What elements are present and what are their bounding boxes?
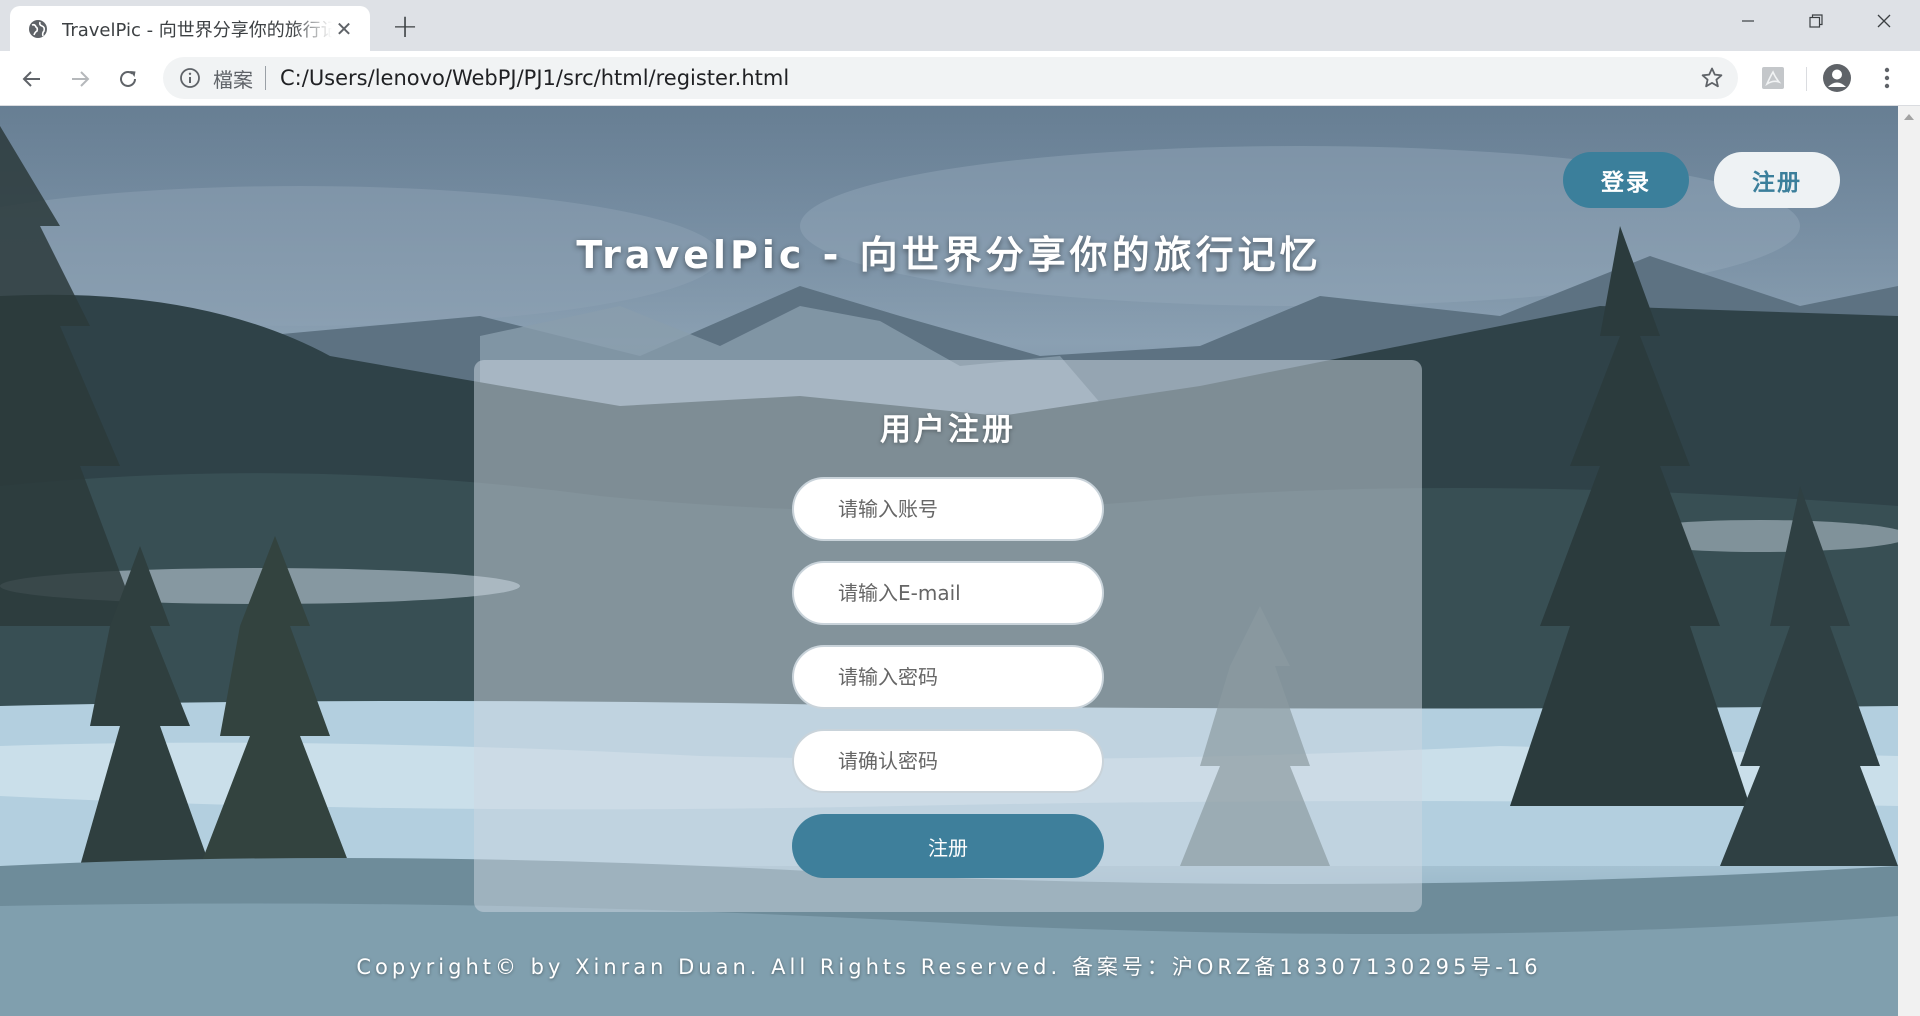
scroll-up-arrow-icon[interactable]	[1904, 114, 1914, 120]
footer-copyright: Copyright© by Xinran Duan. All Rights Re…	[356, 955, 1542, 979]
page-viewport: 登录 注册 TravelPic - 向世界分享你的旅行记忆 用户注册 注册 Co…	[0, 106, 1898, 1016]
address-bar[interactable]: 檔案 C:/Users/lenovo/WebPJ/PJ1/src/html/re…	[163, 57, 1738, 99]
site-title: TravelPic - 向世界分享你的旅行记忆	[576, 233, 1322, 277]
menu-icon[interactable]	[1874, 65, 1900, 91]
account-input[interactable]	[792, 477, 1104, 541]
info-icon[interactable]	[179, 67, 201, 89]
register-nav-button[interactable]: 注册	[1714, 152, 1840, 208]
minimize-icon[interactable]	[1714, 0, 1782, 42]
pdf-extension-icon[interactable]	[1760, 65, 1786, 91]
form-title: 用户注册	[880, 412, 1016, 448]
forward-arrow-icon[interactable]	[62, 61, 98, 97]
toolbar-divider	[1806, 67, 1807, 91]
tab-close-icon[interactable]: ✕	[332, 17, 356, 41]
site-info-label[interactable]: 檔案	[213, 64, 253, 93]
browser-tab[interactable]: TravelPic - 向世界分享你的旅行记忆 ✕	[10, 6, 370, 51]
new-tab-button[interactable]: +	[390, 10, 420, 42]
omnibox-divider	[265, 66, 266, 90]
profile-icon[interactable]	[1822, 63, 1852, 93]
confirm-password-input[interactable]	[792, 729, 1104, 793]
close-icon[interactable]	[1850, 0, 1918, 42]
email-input[interactable]	[792, 561, 1104, 625]
back-arrow-icon[interactable]	[14, 61, 50, 97]
vertical-scrollbar[interactable]	[1898, 106, 1920, 1016]
restore-icon[interactable]	[1782, 0, 1850, 42]
reload-icon[interactable]	[110, 61, 146, 97]
tab-strip: TravelPic - 向世界分享你的旅行记忆 ✕ +	[0, 0, 1920, 51]
globe-icon	[29, 19, 47, 38]
browser-toolbar: 檔案 C:/Users/lenovo/WebPJ/PJ1/src/html/re…	[0, 51, 1920, 106]
star-icon[interactable]	[1700, 66, 1724, 90]
register-submit-button[interactable]: 注册	[792, 814, 1104, 878]
register-form-panel: 用户注册 注册	[474, 360, 1422, 912]
login-button[interactable]: 登录	[1563, 152, 1689, 208]
password-input[interactable]	[792, 645, 1104, 709]
tab-title: TravelPic - 向世界分享你的旅行记忆	[62, 19, 332, 41]
url-text[interactable]: C:/Users/lenovo/WebPJ/PJ1/src/html/regis…	[280, 66, 789, 90]
